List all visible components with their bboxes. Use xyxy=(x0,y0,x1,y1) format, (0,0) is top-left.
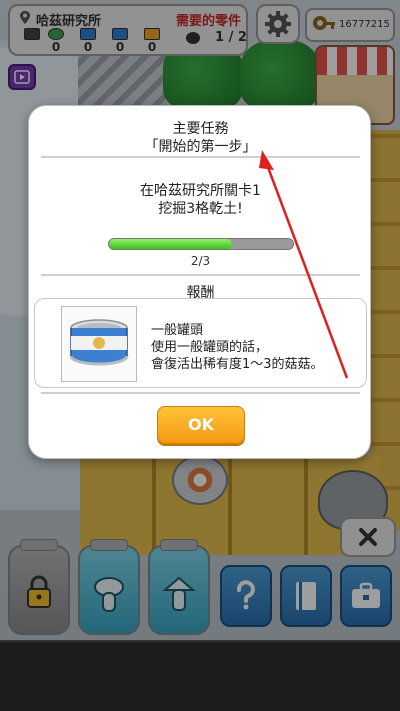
mission-progress-bar xyxy=(108,238,294,250)
ok-button[interactable]: OK xyxy=(157,406,245,444)
mission-progress-text: 2/3 xyxy=(190,254,211,268)
reward-card: 一般罐頭 使用一般罐頭的話， 會復活出稀有度1～3的菇菇。 xyxy=(34,298,367,388)
mission-description-line2: 挖掘3格乾土! xyxy=(158,201,243,217)
mission-progress-fill xyxy=(109,239,232,249)
reward-description-line2: 會復活出稀有度1～3的菇菇。 xyxy=(151,357,324,372)
mission-name: 「開始的第一步」 xyxy=(144,139,257,155)
dialog-title: 主要任務 xyxy=(172,121,229,137)
mission-dialog: 主要任務 「開始的第一步」 在哈茲研究所關卡1 挖掘3格乾土! 2/3 報酬 一… xyxy=(28,105,371,459)
divider xyxy=(41,392,360,394)
canned-food-icon xyxy=(61,306,137,382)
mission-description-line1: 在哈茲研究所關卡1 xyxy=(140,183,261,199)
divider xyxy=(41,274,360,276)
divider xyxy=(41,156,360,158)
